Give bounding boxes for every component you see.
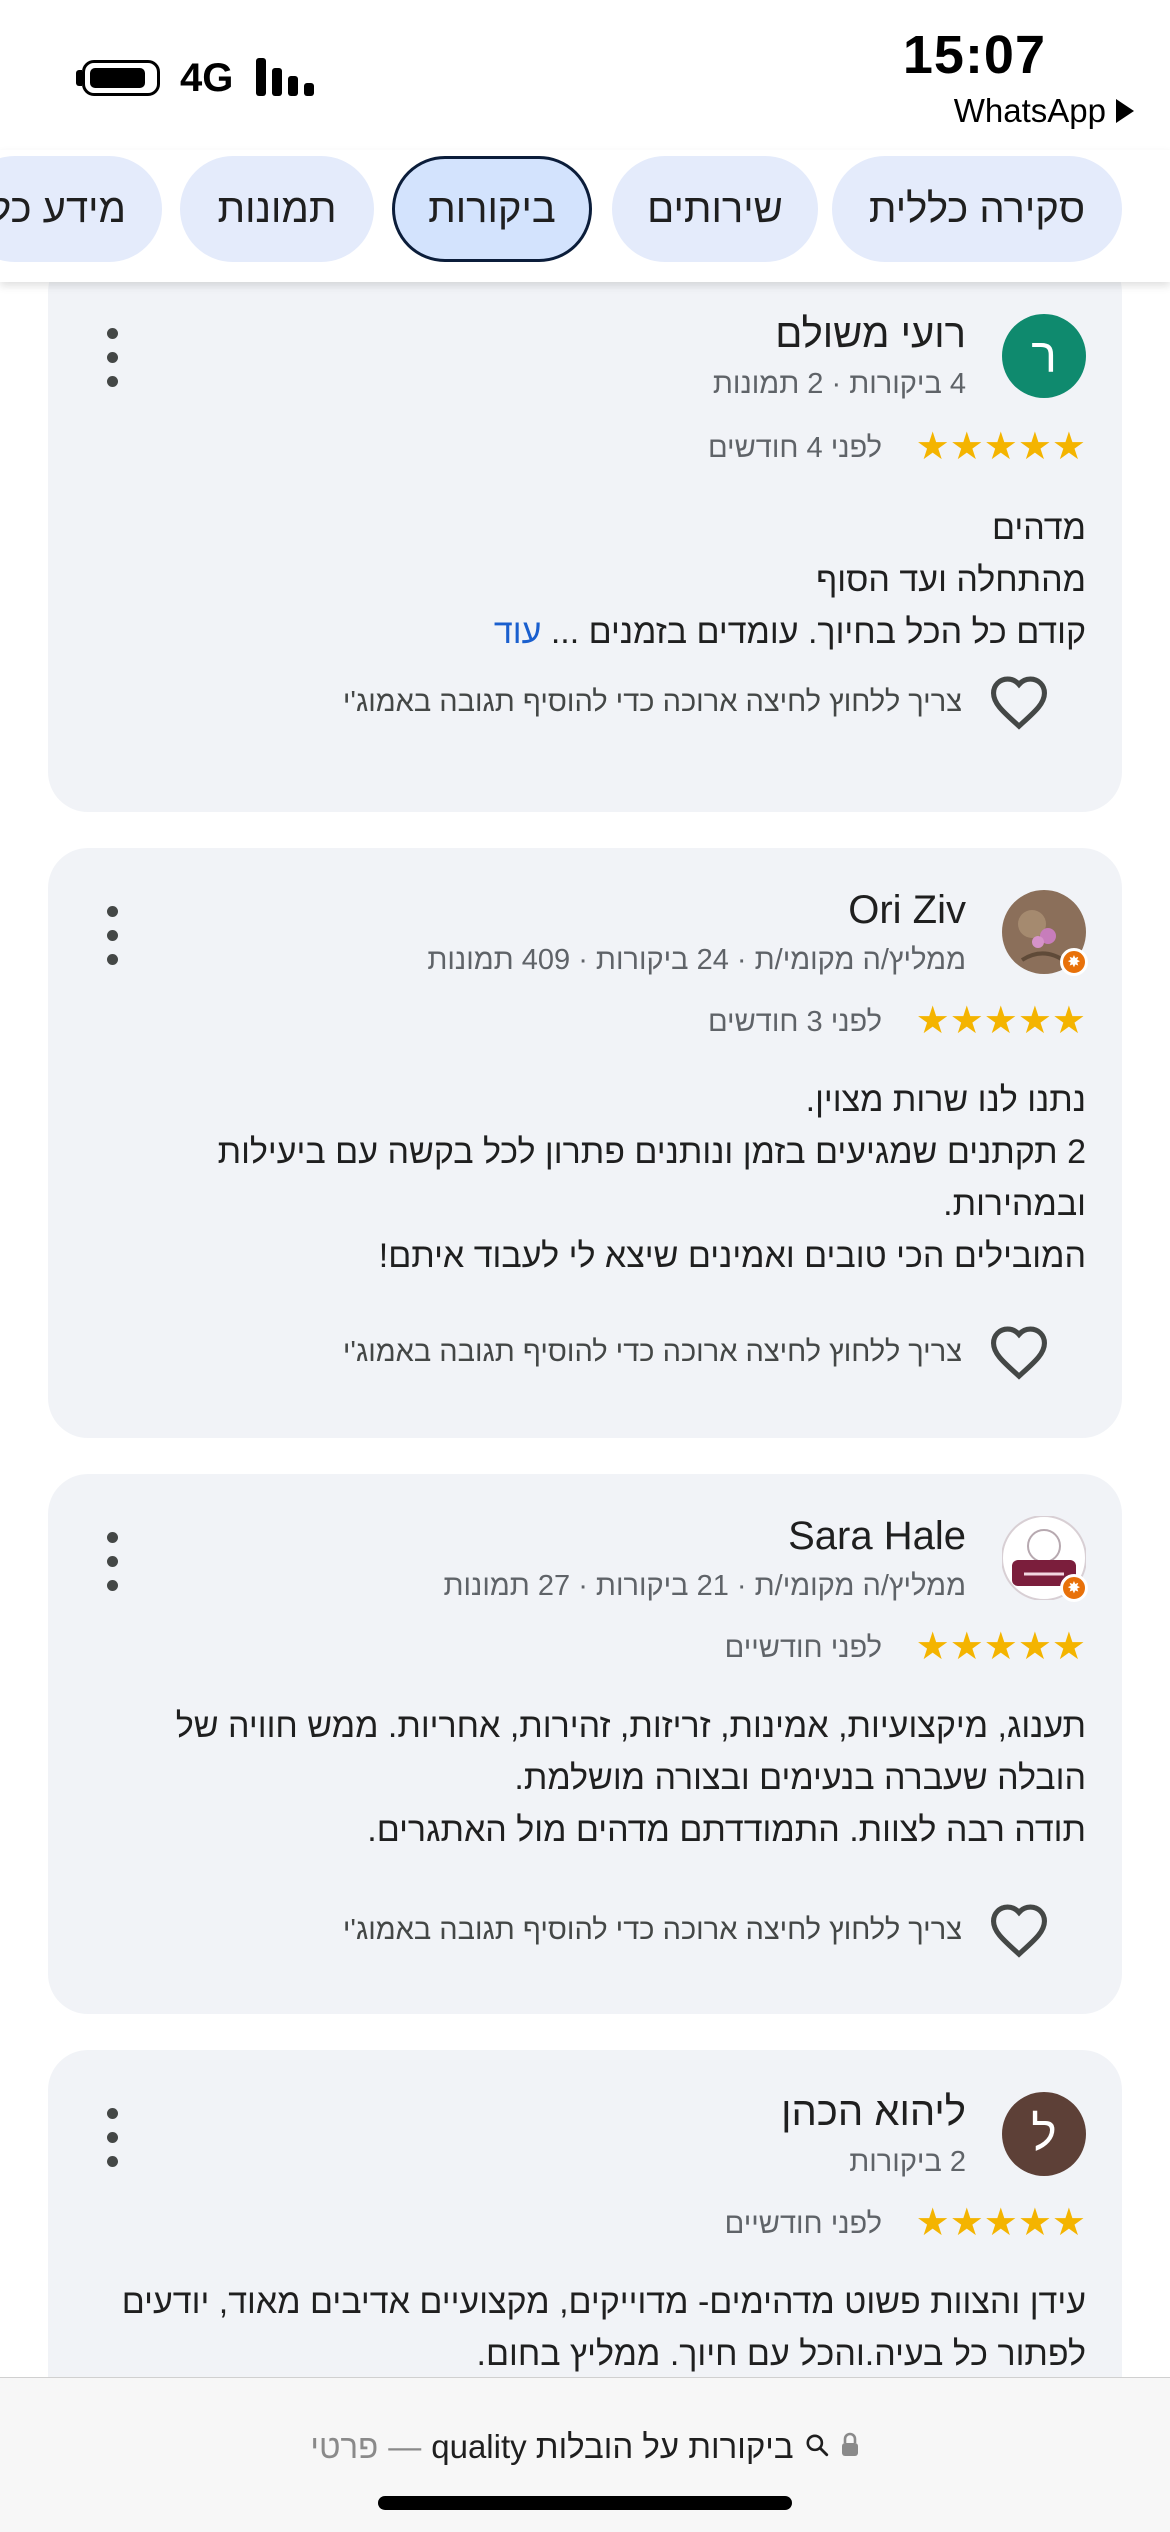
network-label: 4G (180, 56, 234, 100)
review-line-text: קודם כל הכל בחיוך. עומדים בזמנים ... (550, 613, 1086, 651)
reviewer-name[interactable]: רועי משולם (775, 312, 966, 357)
review-text: עידן והצוות פשוט מדהימים- מדוייקים, מקצו… (84, 2276, 1086, 2377)
review-line: תודה רבה לצוות. התמודדתם מדהים מול האתגר… (367, 1811, 1086, 1849)
reviewer-meta: 2 ביקורות (849, 2146, 966, 2178)
more-options-icon[interactable] (104, 328, 120, 388)
url-text: ביקורות על הובלות quality (431, 2428, 794, 2465)
private-mode-label: פרטי (310, 2428, 379, 2465)
reviewer-name[interactable]: Ori Ziv (848, 888, 966, 933)
heart-icon[interactable] (988, 674, 1050, 730)
review-card: ✸ Ori Ziv ממליץ/ה מקומי/ת · 24 ביקורות ·… (48, 848, 1122, 1438)
more-options-icon[interactable] (104, 1532, 120, 1592)
react-hint: צריך ללחוץ לחיצה ארוכה כדי להוסיף תגובה … (342, 1335, 962, 1368)
review-line: מהתחלה ועד הסוף (816, 561, 1086, 599)
review-text: מדהים מהתחלה ועד הסוף קודם כל הכל בחיוך.… (84, 502, 1086, 658)
review-line: מדהים (992, 509, 1086, 547)
react-row[interactable]: צריך ללחוץ לחיצה ארוכה כדי להוסיף תגובה … (343, 674, 1050, 730)
reviewer-meta: 4 ביקורות · 2 תמונות (712, 368, 966, 400)
local-guide-badge-icon: ✸ (1060, 948, 1088, 976)
reviewer-name[interactable]: ליהוא הכהן (781, 2090, 966, 2135)
avatar[interactable]: ✸ (1002, 890, 1088, 976)
avatar[interactable]: ל (1002, 2092, 1086, 2176)
react-row[interactable]: צריך ללחוץ לחיצה ארוכה כדי להוסיף תגובה … (343, 1324, 1050, 1380)
home-indicator[interactable] (378, 2496, 792, 2510)
reviewer-meta: ממליץ/ה מקומי/ת · 21 ביקורות · 27 תמונות (443, 1570, 966, 1602)
tab-info-label: מידע כל (0, 186, 126, 231)
avatar[interactable]: ✸ (1002, 1516, 1088, 1602)
battery-icon (82, 60, 160, 96)
signal-icon (256, 58, 316, 96)
tab-services[interactable]: שירותים (612, 156, 818, 262)
review-date: לפני 4 חודשים (707, 432, 882, 464)
review-text: נתנו לנו שרות מצוין. 2 תקתנים שמגיעים בז… (84, 1074, 1086, 1282)
reviewer-name[interactable]: Sara Hale (788, 1514, 966, 1559)
avatar[interactable]: ר (1002, 314, 1086, 398)
read-more-link[interactable]: עוד (494, 613, 541, 651)
lock-icon (840, 2428, 860, 2466)
url-line[interactable]: פרטי — ביקורות על הובלות quality (0, 2428, 1170, 2466)
battery-tip (76, 70, 82, 86)
local-guide-badge-icon: ✸ (1060, 1574, 1088, 1602)
tab-info[interactable]: מידע כל (0, 156, 162, 262)
review-date: לפני חודשיים (724, 2208, 882, 2240)
tabs-bar: סקירה כללית שירותים ביקורות תמונות מידע … (0, 150, 1170, 282)
review-line: עידן והצוות פשוט מדהימים- מדוייקים, מקצו… (121, 2283, 1086, 2321)
review-date: לפני חודשיים (724, 1632, 882, 1664)
tab-photos[interactable]: תמונות (180, 156, 374, 262)
review-line: 2 תקתנים שמגיעים בזמן ונותנים פתרון לכל … (217, 1133, 1086, 1171)
heart-icon[interactable] (988, 1324, 1050, 1380)
review-line: לפתור כל בעיה.והכל עם חיוך. ממליץ בחום. (476, 2335, 1086, 2373)
react-hint: צריך ללחוץ לחיצה ארוכה כדי להוסיף תגובה … (342, 1913, 962, 1946)
star-rating: ★★★★★ (915, 1000, 1086, 1042)
search-icon (804, 2428, 830, 2466)
review-card: ר רועי משולם 4 ביקורות · 2 תמונות ★★★★★ … (48, 282, 1122, 812)
review-card: ל ליהוא הכהן 2 ביקורות ★★★★★ לפני חודשיי… (48, 2050, 1122, 2377)
review-line: המובילים הכי טובים ואמינים שיצא לי לעבוד… (378, 1237, 1086, 1275)
react-hint: צריך ללחוץ לחיצה ארוכה כדי להוסיף תגובה … (342, 685, 962, 718)
review-line: הובלה שעברה בנעימים ובצורה מושלמת. (514, 1759, 1086, 1797)
back-to-app-button[interactable]: WhatsApp (954, 92, 1134, 130)
more-options-icon[interactable] (104, 906, 120, 966)
star-rating: ★★★★★ (915, 2202, 1086, 2244)
tab-overview[interactable]: סקירה כללית (832, 156, 1122, 262)
react-row[interactable]: צריך ללחוץ לחיצה ארוכה כדי להוסיף תגובה … (343, 1902, 1050, 1958)
back-app-label: WhatsApp (953, 92, 1106, 129)
status-bar: 4G 15:07 WhatsApp (0, 0, 1170, 150)
review-line: ובמהירות. (943, 1185, 1086, 1223)
status-time: 15:07 (902, 25, 1046, 85)
review-card: ✸ Sara Hale ממליץ/ה מקומי/ת · 21 ביקורות… (48, 1474, 1122, 2014)
star-rating: ★★★★★ (915, 1626, 1086, 1668)
review-date: לפני 3 חודשים (707, 1006, 882, 1038)
star-rating: ★★★★★ (915, 426, 1086, 468)
review-line-last: קודם כל הכל בחיוך. עומדים בזמנים ... עוד (84, 606, 1086, 658)
heart-icon[interactable] (988, 1902, 1050, 1958)
reviews-list[interactable]: ר רועי משולם 4 ביקורות · 2 תמונות ★★★★★ … (0, 282, 1170, 2377)
reviewer-meta: ממליץ/ה מקומי/ת · 24 ביקורות · 409 תמונו… (427, 944, 966, 976)
review-line: תענוג, מיקצועיות, אמינות, זריזות, זהירות… (175, 1707, 1086, 1745)
play-icon (1116, 99, 1134, 123)
url-separator: — (388, 2428, 422, 2465)
browser-url-bar[interactable]: פרטי — ביקורות על הובלות quality (0, 2377, 1170, 2532)
review-line: נתנו לנו שרות מצוין. (805, 1081, 1086, 1119)
more-options-icon[interactable] (104, 2108, 120, 2168)
tab-reviews[interactable]: ביקורות (392, 156, 592, 262)
review-text: תענוג, מיקצועיות, אמינות, זריזות, זהירות… (84, 1700, 1086, 1856)
